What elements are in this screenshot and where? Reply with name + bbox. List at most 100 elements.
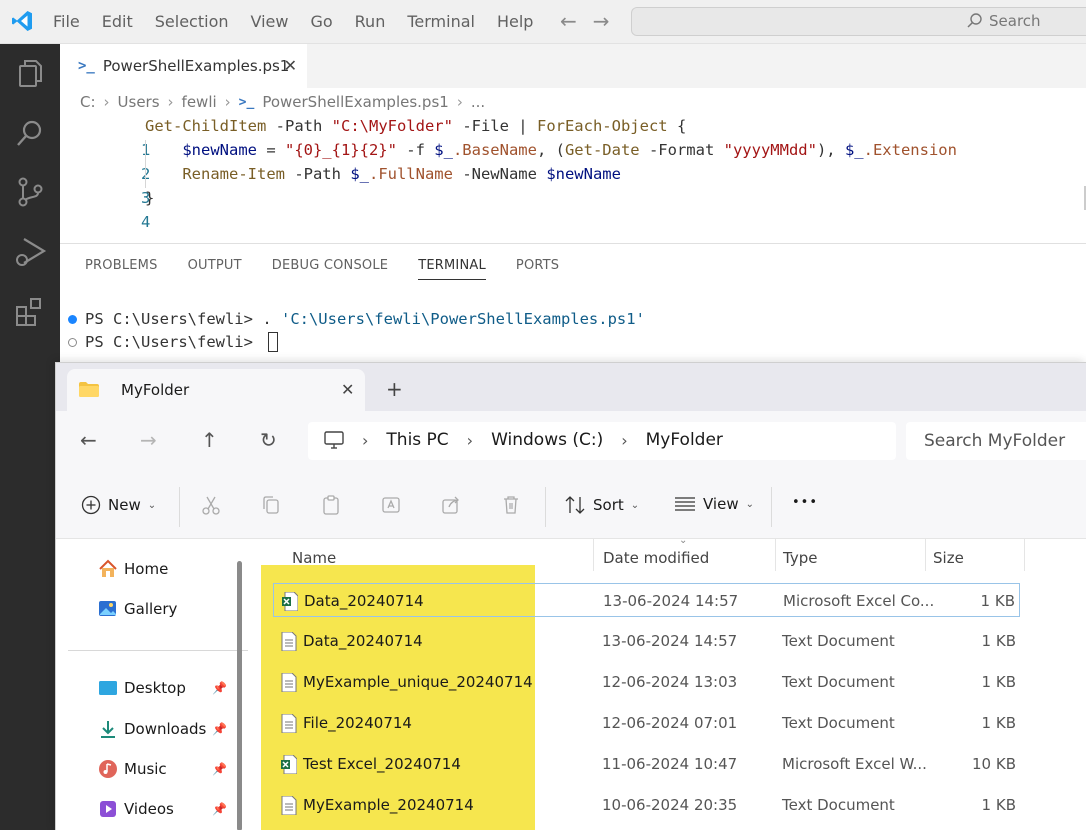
column-divider[interactable] bbox=[775, 539, 776, 571]
nav-item-downloads[interactable]: Downloads 📌 bbox=[98, 719, 227, 739]
refresh-icon[interactable]: ↻ bbox=[260, 428, 277, 452]
chevron-right-icon[interactable]: › bbox=[362, 431, 368, 450]
search-input[interactable]: Search MyFolder bbox=[906, 422, 1086, 460]
pin-icon[interactable]: 📌 bbox=[212, 762, 227, 776]
code-token: -Path bbox=[266, 117, 332, 135]
up-arrow-icon[interactable]: ↑ bbox=[201, 428, 218, 452]
terminal-line[interactable]: PS C:\Users\fewli> bbox=[68, 332, 279, 352]
menu-file[interactable]: File bbox=[53, 12, 80, 31]
new-button[interactable]: New ⌄ bbox=[81, 495, 156, 515]
column-header-size[interactable]: Size bbox=[933, 549, 964, 567]
breadcrumb-drive[interactable]: C: bbox=[80, 93, 96, 111]
chevron-right-icon[interactable]: › bbox=[467, 431, 473, 450]
back-arrow-icon[interactable]: ← bbox=[80, 428, 97, 452]
extensions-icon[interactable] bbox=[12, 294, 48, 330]
more-options-button[interactable]: ••• bbox=[792, 495, 818, 510]
editor-tab[interactable]: >_ PowerShellExamples.ps1 ✕ bbox=[60, 44, 307, 88]
nav-item-videos[interactable]: Videos 📌 bbox=[98, 799, 227, 819]
share-icon[interactable] bbox=[440, 494, 462, 516]
menu-view[interactable]: View bbox=[251, 12, 289, 31]
column-header-date[interactable]: Date modified bbox=[603, 549, 709, 567]
powershell-file-icon: >_ bbox=[78, 58, 95, 74]
back-arrow-icon[interactable]: ← bbox=[560, 9, 577, 33]
file-row[interactable]: Data_20240714 13-06-2024 14:57 Text Docu… bbox=[273, 624, 1020, 658]
address-bar[interactable]: › This PC › Windows (C:) › MyFolder bbox=[308, 422, 896, 460]
pin-icon[interactable]: 📌 bbox=[212, 802, 227, 816]
sort-button[interactable]: Sort ⌄ bbox=[564, 495, 639, 515]
code-token: -Format bbox=[639, 141, 724, 159]
new-tab-plus-icon[interactable]: + bbox=[386, 377, 403, 401]
code-editor[interactable]: 1 Get-ChildItem -Path "C:\MyFolder" -Fil… bbox=[60, 114, 1086, 231]
address-segment-folder[interactable]: MyFolder bbox=[646, 430, 723, 450]
command-center-search[interactable]: Search bbox=[631, 7, 1086, 36]
file-row[interactable]: Data_20240714 13-06-2024 14:57 Microsoft… bbox=[273, 583, 1020, 617]
breadcrumb-user[interactable]: fewli bbox=[182, 93, 217, 111]
breadcrumb-users[interactable]: Users bbox=[118, 93, 160, 111]
nav-item-label: Music bbox=[124, 760, 167, 778]
panel-divider[interactable] bbox=[60, 243, 1086, 244]
nav-scrollbar[interactable] bbox=[237, 561, 242, 830]
column-header-type[interactable]: Type bbox=[783, 549, 817, 567]
history-nav: ← → bbox=[560, 9, 610, 33]
column-header-name[interactable]: Name bbox=[292, 549, 336, 567]
command-status-dot-icon[interactable] bbox=[68, 337, 77, 347]
address-segment-this-pc[interactable]: This PC bbox=[386, 430, 448, 450]
run-debug-icon[interactable] bbox=[12, 234, 48, 270]
tab-output[interactable]: OUTPUT bbox=[188, 258, 242, 280]
nav-item-music[interactable]: Music 📌 bbox=[98, 759, 227, 779]
tab-problems[interactable]: PROBLEMS bbox=[85, 258, 158, 280]
menu-terminal[interactable]: Terminal bbox=[407, 12, 475, 31]
rename-icon[interactable] bbox=[380, 494, 402, 516]
view-list-icon bbox=[675, 497, 695, 511]
navigation-pane: Home Gallery Desktop 📌 Downloads 📌 Music… bbox=[56, 539, 248, 830]
pin-icon[interactable]: 📌 bbox=[212, 722, 227, 736]
menu-edit[interactable]: Edit bbox=[102, 12, 133, 31]
forward-arrow-icon[interactable]: → bbox=[593, 9, 610, 33]
search-icon[interactable] bbox=[12, 116, 48, 152]
column-divider[interactable] bbox=[925, 539, 926, 571]
close-icon[interactable]: ✕ bbox=[284, 56, 297, 75]
menu-selection[interactable]: Selection bbox=[155, 12, 229, 31]
copy-icon[interactable] bbox=[260, 494, 282, 516]
download-icon bbox=[101, 721, 115, 738]
menu-go[interactable]: Go bbox=[310, 12, 332, 31]
close-icon[interactable]: ✕ bbox=[341, 380, 354, 399]
cut-icon[interactable] bbox=[200, 494, 222, 516]
nav-item-desktop[interactable]: Desktop 📌 bbox=[98, 679, 227, 697]
view-button[interactable]: View ⌄ bbox=[674, 495, 754, 513]
delete-icon[interactable] bbox=[500, 494, 522, 516]
breadcrumb-file[interactable]: PowerShellExamples.ps1 bbox=[262, 93, 448, 111]
breadcrumb-more[interactable]: ... bbox=[471, 93, 485, 111]
menu-run[interactable]: Run bbox=[355, 12, 386, 31]
pin-icon[interactable]: 📌 bbox=[212, 681, 227, 695]
forward-arrow-icon[interactable]: → bbox=[140, 428, 157, 452]
command-status-dot-icon[interactable] bbox=[68, 314, 77, 324]
file-date: 13-06-2024 14:57 bbox=[602, 632, 738, 650]
file-name: Data_20240714 bbox=[304, 592, 424, 610]
tab-terminal[interactable]: TERMINAL bbox=[418, 258, 486, 280]
file-row[interactable]: Test Excel_20240714 11-06-2024 10:47 Mic… bbox=[273, 747, 1020, 781]
address-segment-drive[interactable]: Windows (C:) bbox=[491, 430, 603, 450]
column-divider[interactable] bbox=[1024, 539, 1025, 571]
explorer-tab-label: MyFolder bbox=[121, 381, 190, 399]
source-control-icon[interactable] bbox=[12, 174, 48, 210]
nav-item-gallery[interactable]: Gallery bbox=[98, 599, 177, 619]
search-placeholder: Search MyFolder bbox=[924, 431, 1066, 451]
tab-debug-console[interactable]: DEBUG CONSOLE bbox=[272, 258, 388, 280]
chevron-right-icon[interactable]: › bbox=[621, 431, 627, 450]
file-type: Text Document bbox=[782, 796, 895, 814]
code-token: , ( bbox=[536, 141, 565, 159]
divider bbox=[771, 487, 772, 527]
paste-icon[interactable] bbox=[320, 494, 342, 516]
column-divider[interactable] bbox=[593, 539, 594, 571]
file-row[interactable]: MyExample_unique_20240714 12-06-2024 13:… bbox=[273, 665, 1020, 699]
tab-ports[interactable]: PORTS bbox=[516, 258, 559, 280]
nav-item-home[interactable]: Home bbox=[98, 559, 168, 579]
menu-help[interactable]: Help bbox=[497, 12, 533, 31]
explorer-files-icon[interactable] bbox=[12, 56, 48, 92]
explorer-tab[interactable]: MyFolder ✕ bbox=[67, 369, 365, 411]
vscode-logo-icon[interactable] bbox=[10, 9, 34, 33]
file-row[interactable]: File_20240714 12-06-2024 07:01 Text Docu… bbox=[273, 706, 1020, 740]
file-row[interactable]: MyExample_20240714 10-06-2024 20:35 Text… bbox=[273, 788, 1020, 822]
sort-icon bbox=[565, 496, 585, 514]
